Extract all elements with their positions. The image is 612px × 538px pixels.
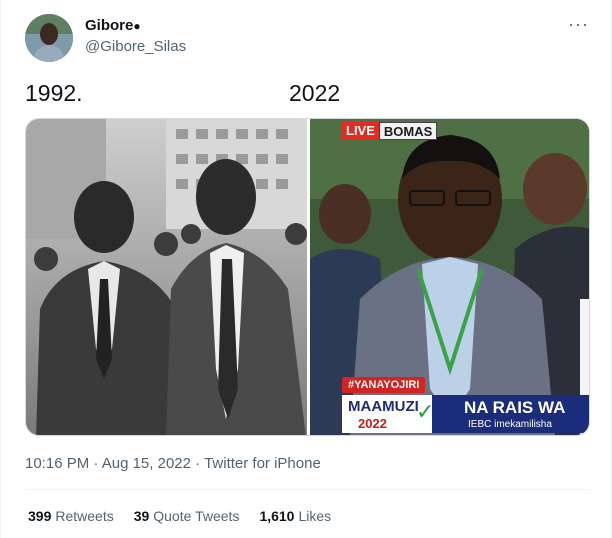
- tweet-text-right: 2022: [289, 80, 341, 106]
- meta-separator: ·: [195, 455, 201, 472]
- tweet-meta: 10:16 PM · Aug 15, 2022 · Twitter for iP…: [25, 455, 321, 472]
- logo-year: 2022: [358, 416, 387, 431]
- tweet-text: 1992. 2022: [25, 80, 585, 110]
- quotes-label: Quote Tweets: [153, 508, 240, 524]
- tweet-source[interactable]: Twitter for iPhone: [204, 455, 321, 472]
- tweet-stats: 399 Retweets 39 Quote Tweets 1,610 Likes: [28, 508, 351, 524]
- divider: [25, 489, 590, 490]
- logo-word: MAAMUZI: [348, 398, 419, 415]
- likes-count: 1,610: [259, 508, 295, 524]
- live-badge: LIVE BOMAS: [342, 122, 438, 140]
- meta-separator: ·: [93, 455, 99, 472]
- retweets-count: 399: [28, 508, 52, 524]
- photo-2022[interactable]: LIVE BOMAS #YANAYOJIRI MAAMUZI 2022 ✓ NA…: [310, 119, 589, 435]
- quotes-count: 39: [133, 508, 150, 524]
- news-banner: NA RAIS WA IEBC imekamilisha: [432, 395, 589, 433]
- tweet-card: Gibore● @Gibore_Silas ··· 1992. 2022 LIV…: [0, 0, 612, 538]
- author-display-name[interactable]: Gibore●: [85, 17, 141, 34]
- retweets-label: Retweets: [55, 508, 114, 524]
- tweet-media[interactable]: LIVE BOMAS #YANAYOJIRI MAAMUZI 2022 ✓ NA…: [25, 118, 590, 436]
- avatar[interactable]: [25, 14, 73, 62]
- more-dots-icon[interactable]: ···: [568, 15, 589, 33]
- tweet-date[interactable]: Aug 15, 2022: [102, 455, 191, 472]
- likes-stat[interactable]: 1,610 Likes: [259, 508, 331, 524]
- banner-headline: NA RAIS WA: [464, 398, 566, 417]
- photo-1992[interactable]: [26, 119, 308, 435]
- apple-icon: ●: [133, 19, 141, 33]
- tweet-text-left: 1992.: [25, 80, 83, 106]
- maamuzi-logo: MAAMUZI 2022 ✓: [342, 395, 434, 433]
- banner-subline: IEBC imekamilisha: [468, 419, 552, 430]
- author-handle[interactable]: @Gibore_Silas: [85, 38, 186, 55]
- live-label: LIVE: [342, 122, 379, 140]
- tweet-time[interactable]: 10:16 PM: [25, 455, 89, 472]
- location-label: BOMAS: [378, 122, 438, 140]
- quotes-stat[interactable]: 39 Quote Tweets: [134, 508, 240, 524]
- likes-label: Likes: [298, 508, 332, 524]
- retweets-stat[interactable]: 399 Retweets: [28, 508, 114, 524]
- hashtag-tag: #YANAYOJIRI: [342, 377, 426, 393]
